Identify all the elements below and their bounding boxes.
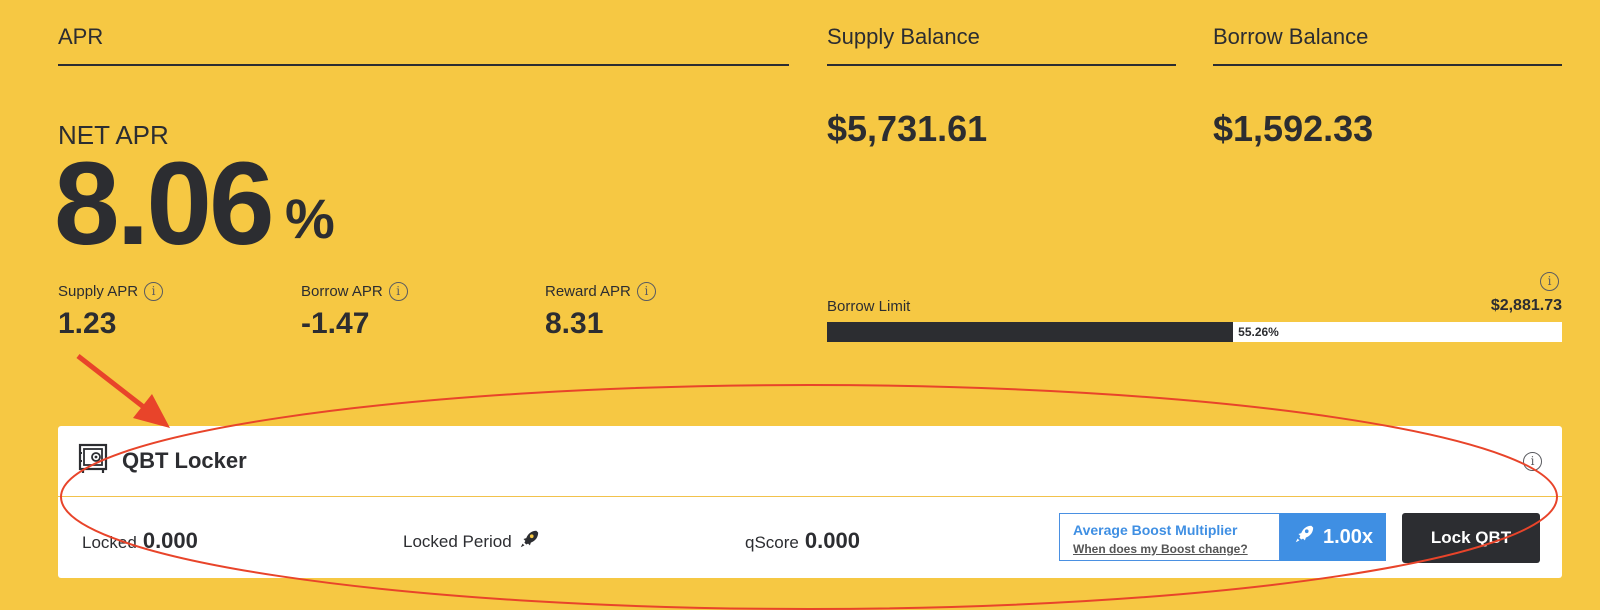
qscore: qScore 0.000 <box>745 528 860 554</box>
supply-apr: Supply APR i 1.23 <box>58 282 164 341</box>
boost-multiplier-value: 1.00x <box>1322 525 1374 548</box>
qbt-locker-title: QBT Locker <box>122 448 247 473</box>
safe-icon <box>78 443 110 480</box>
net-apr-unit: % <box>285 187 335 250</box>
borrow-limit-label: Borrow Limit <box>827 298 911 315</box>
lock-qbt-button[interactable]: Lock QBT <box>1402 513 1540 563</box>
supply-apr-label: Supply APR <box>58 283 139 300</box>
info-icon[interactable]: i <box>388 282 408 301</box>
borrow-apr: Borrow APR i -1.47 <box>301 282 408 341</box>
borrow-limit-amount: $2,881.73 <box>1490 297 1562 314</box>
boost-multiplier-title: Average Boost Multiplier <box>1073 522 1238 538</box>
rocket-icon <box>1293 523 1315 551</box>
reward-apr-value: 8.31 <box>545 307 604 340</box>
qbt-locker-header: QBT Locker i <box>58 426 1562 497</box>
reward-apr: Reward APR i 8.31 <box>545 282 656 341</box>
supply-apr-value: 1.23 <box>58 307 117 340</box>
boost-multiplier-box: Average Boost Multiplier When does my Bo… <box>1059 513 1280 561</box>
borrow-limit-bar-fill <box>827 322 1234 342</box>
qscore-label: qScore <box>745 533 799 552</box>
boost-change-link[interactable]: When does my Boost change? <box>1073 542 1279 556</box>
locker-info-icon[interactable]: i <box>1523 452 1542 471</box>
supply-balance-title: Supply Balance <box>827 24 1176 66</box>
boost-multiplier-value-badge: 1.00x <box>1280 513 1386 561</box>
borrow-limit-percent: 55.26% <box>1238 325 1279 339</box>
locked-label: Locked <box>82 533 137 552</box>
locked-value: 0.000 <box>142 528 198 553</box>
borrow-apr-label: Borrow APR <box>301 283 383 300</box>
rocket-icon <box>518 528 540 552</box>
supply-balance-value: $5,731.61 <box>827 108 988 149</box>
borrow-limit-bar: 55.26% <box>827 322 1562 342</box>
reward-apr-label: Reward APR <box>545 283 631 300</box>
locked-amount: Locked 0.000 <box>82 528 198 554</box>
borrow-balance-title: Borrow Balance <box>1213 24 1562 66</box>
apr-section-title: APR <box>58 24 789 66</box>
borrow-balance-value: $1,592.33 <box>1213 108 1374 149</box>
borrow-apr-value: -1.47 <box>301 307 370 340</box>
info-icon[interactable]: i <box>144 282 164 301</box>
net-apr-value: 8.06 <box>54 138 275 270</box>
qbt-locker-panel: QBT Locker i Locked 0.000 Locked Period … <box>58 426 1562 578</box>
info-icon[interactable]: i <box>636 282 656 301</box>
annotation-arrow-line <box>76 354 152 414</box>
locked-period: Locked Period <box>403 528 540 552</box>
locked-period-label: Locked Period <box>403 532 512 551</box>
qscore-value: 0.000 <box>804 528 860 553</box>
borrow-limit-info-icon[interactable]: i <box>1540 272 1559 291</box>
annotation-arrow-head <box>133 394 170 428</box>
